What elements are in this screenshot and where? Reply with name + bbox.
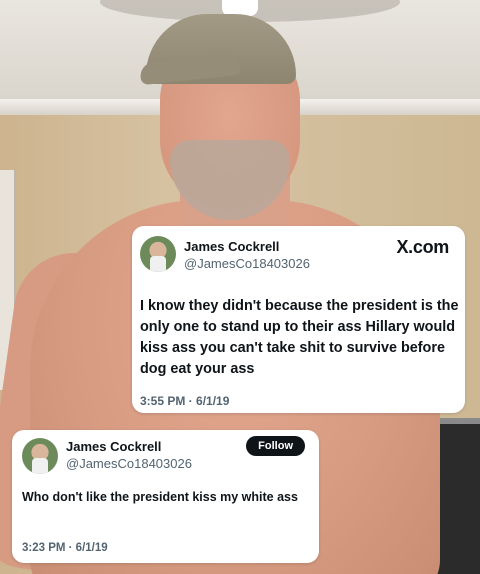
avatar[interactable] [22,438,58,474]
follow-button[interactable]: Follow [246,436,305,456]
author-name[interactable]: James Cockrell [66,439,161,454]
tweet-timestamp[interactable]: 3:23 PM · 6/1/19 [22,542,108,554]
tweet-text: Who don't like the president kiss my whi… [22,490,298,504]
tweet-card[interactable]: James Cockrell @JamesCo18403026 Follow W… [12,430,319,563]
tweet-text: I know they didn't because the president… [140,298,459,377]
author-handle[interactable]: @JamesCo18403026 [184,256,310,271]
tweet-card[interactable]: James Cockrell @JamesCo18403026 X.com I … [132,226,465,413]
avatar[interactable] [140,236,176,272]
author-handle[interactable]: @JamesCo18403026 [66,456,192,471]
tweet-timestamp[interactable]: 3:55 PM · 6/1/19 [140,394,229,408]
x-logo: X.com [396,237,449,257]
author-name[interactable]: James Cockrell [184,239,279,254]
